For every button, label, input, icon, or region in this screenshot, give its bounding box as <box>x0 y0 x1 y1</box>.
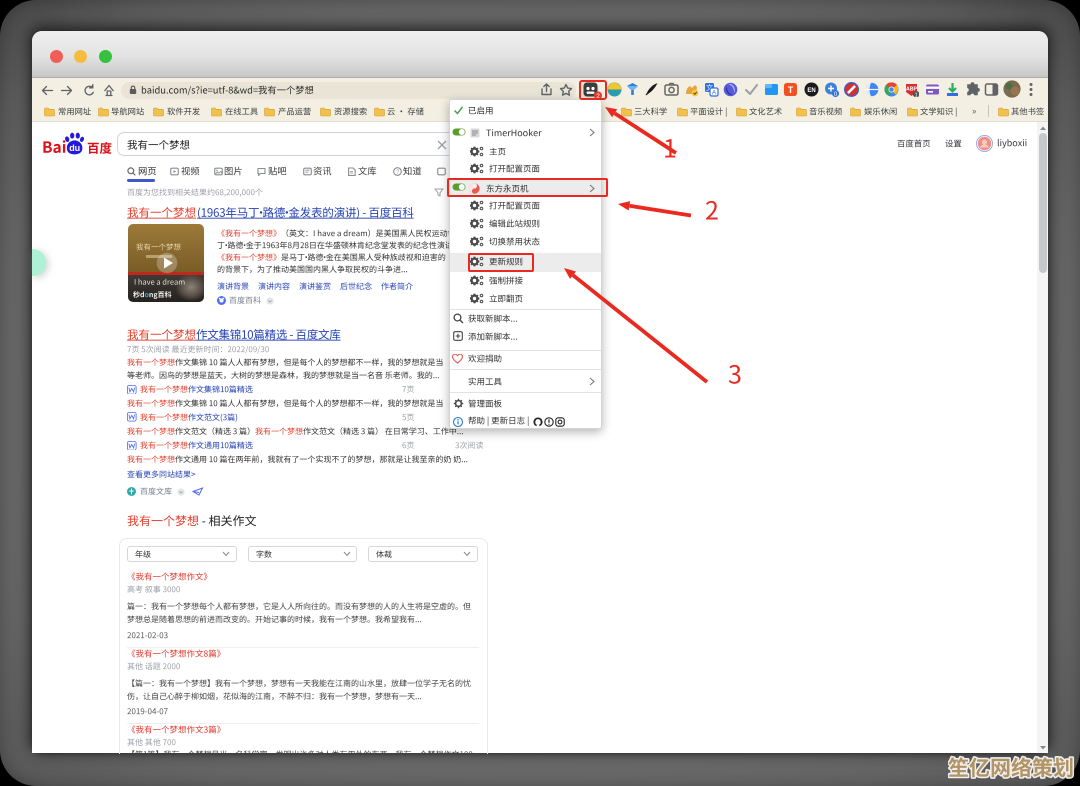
svg-text:EN: EN <box>807 88 815 94</box>
svg-text:T: T <box>788 85 794 95</box>
svg-text:1: 1 <box>915 92 918 97</box>
svg-text:A: A <box>711 89 716 96</box>
svg-text:?: ? <box>395 169 398 175</box>
svg-text:du: du <box>69 143 80 153</box>
